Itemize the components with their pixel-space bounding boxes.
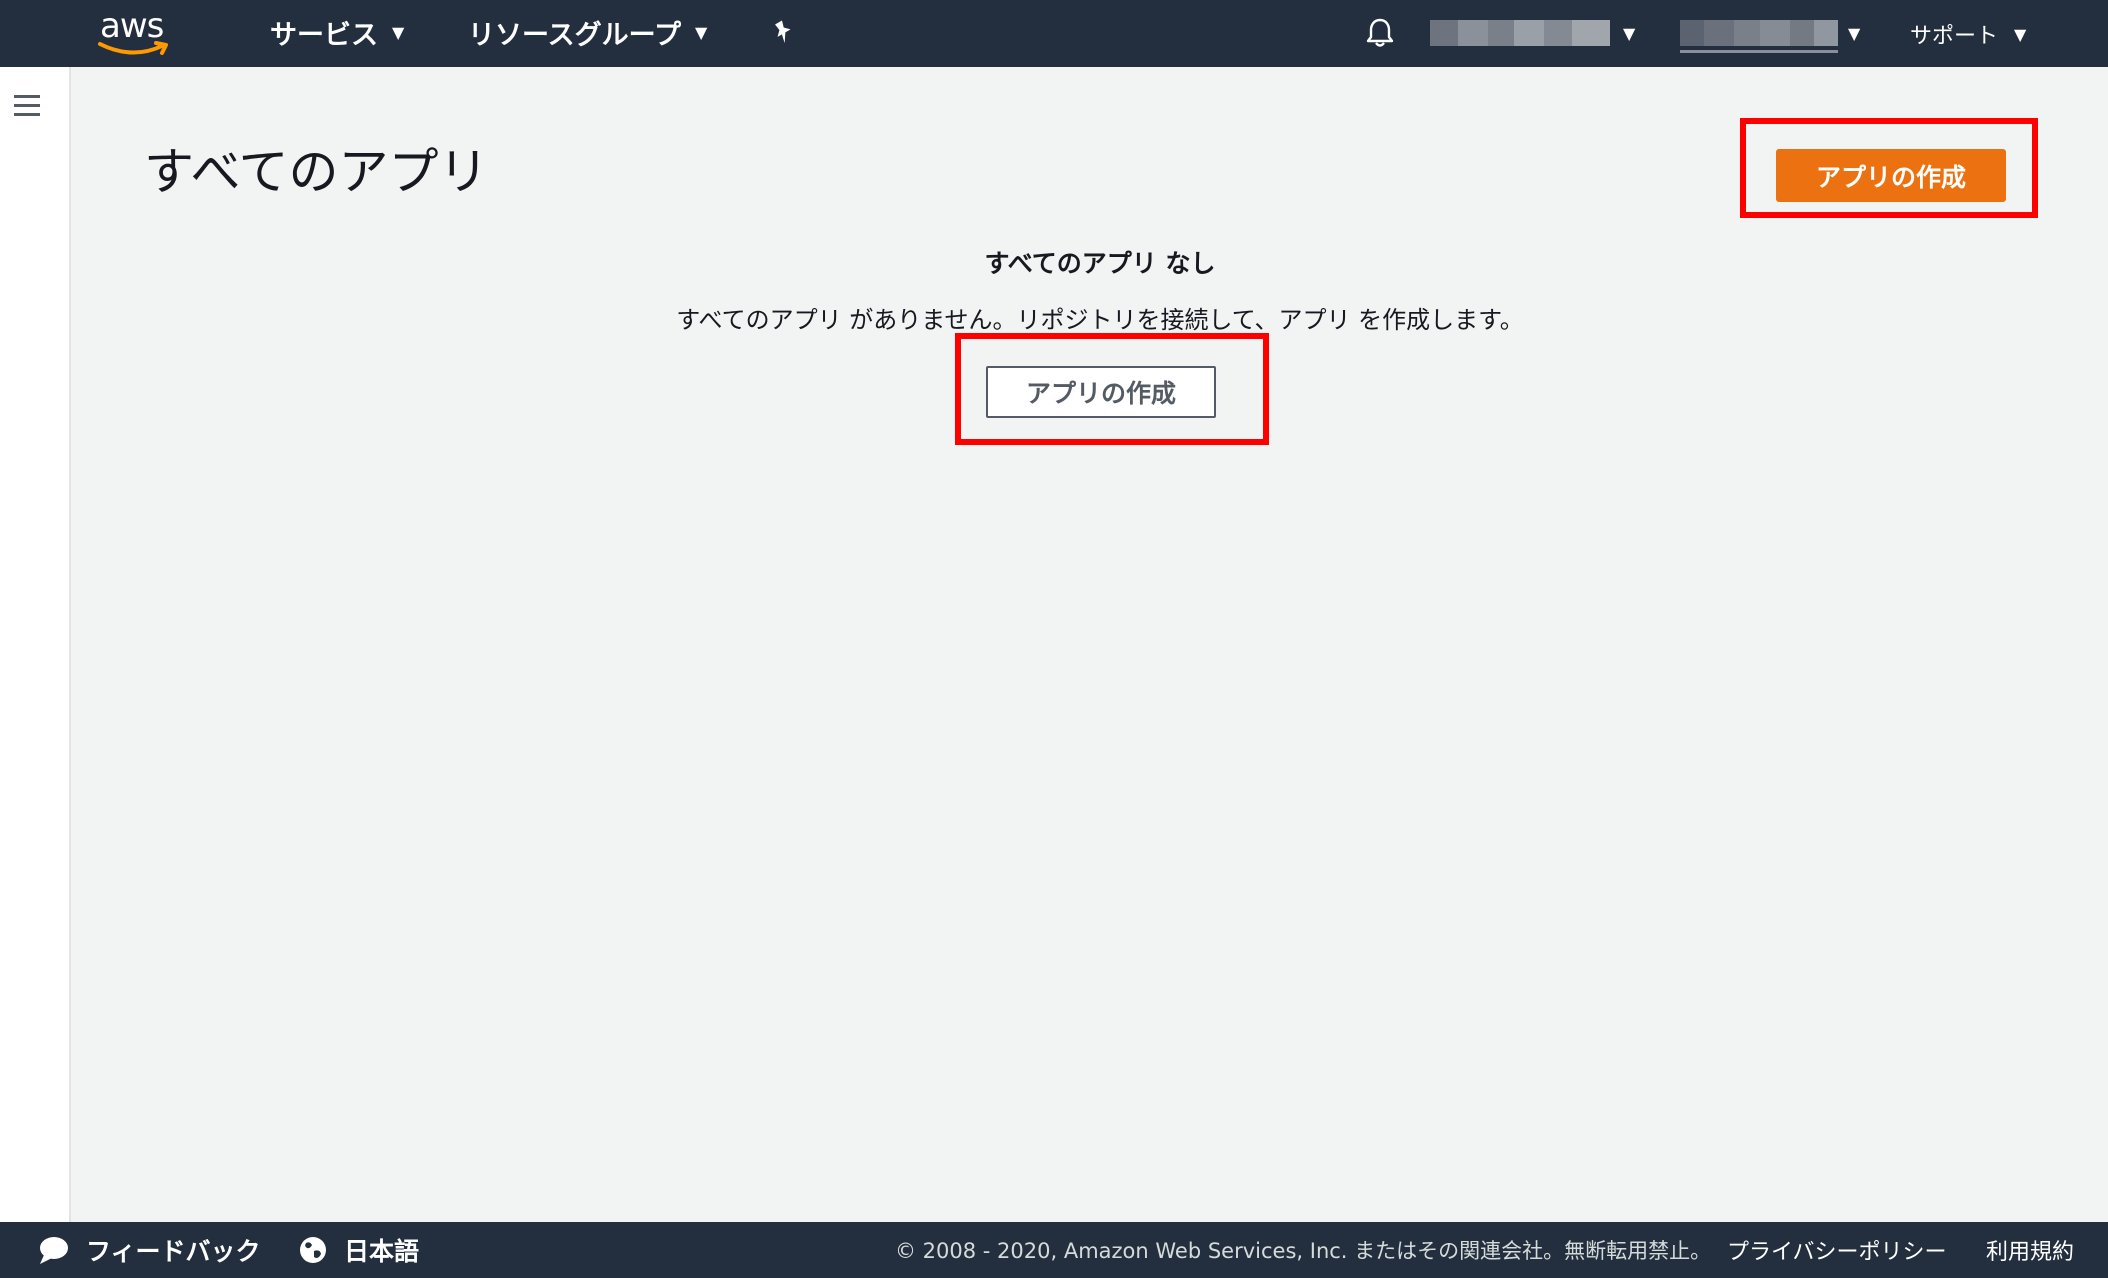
privacy-policy-link[interactable]: プライバシーポリシー	[1727, 1222, 1947, 1278]
aws-smile-icon	[98, 41, 168, 55]
region-underline	[1680, 50, 1838, 53]
globe-icon	[300, 1237, 326, 1263]
services-menu-label: サービス	[270, 19, 378, 51]
aws-logo[interactable]: aws	[96, 4, 176, 60]
left-sidebar	[0, 67, 71, 1222]
footer: フィードバック 日本語 © 2008 - 2020, Amazon Web Se…	[0, 1222, 2108, 1278]
region-name-redacted[interactable]	[1680, 20, 1838, 46]
bell-icon[interactable]	[1363, 16, 1397, 50]
support-menu-label: サポート	[1910, 24, 1999, 49]
page-title: すべてのアプリ	[144, 143, 489, 201]
chevron-down-icon: ▼	[392, 22, 405, 42]
chevron-down-icon: ▼	[2014, 24, 2027, 44]
terms-of-use-link[interactable]: 利用規約	[1986, 1222, 2074, 1278]
services-menu[interactable]: サービス ▼	[270, 10, 404, 54]
region-chevron-down-icon[interactable]: ▼	[1848, 24, 1860, 43]
empty-state-text: すべてのアプリ がありません。リポジトリを接続して、アプリ を作成します。	[676, 306, 1524, 334]
resource-groups-menu-label: リソースグループ	[468, 19, 682, 51]
pin-icon[interactable]	[770, 18, 798, 46]
resource-groups-menu[interactable]: リソースグループ ▼	[468, 10, 707, 54]
chevron-down-icon: ▼	[695, 22, 708, 42]
language-selector[interactable]: 日本語	[298, 1222, 419, 1278]
empty-state-title: すべてのアプリ なし	[984, 249, 1216, 278]
feedback-link[interactable]: フィードバック	[38, 1222, 261, 1278]
copyright-text: © 2008 - 2020, Amazon Web Services, Inc.…	[895, 1239, 1712, 1263]
account-name-redacted[interactable]	[1430, 20, 1610, 46]
speech-bubble-icon	[40, 1237, 68, 1264]
account-chevron-down-icon[interactable]: ▼	[1623, 24, 1635, 43]
top-navigation-bar: aws サービス ▼ リソースグループ ▼ ▼ ▼ サポート ▼	[0, 0, 2108, 67]
support-menu[interactable]: サポート ▼	[1910, 14, 2026, 54]
language-label: 日本語	[344, 1237, 420, 1266]
create-app-primary-button[interactable]: アプリの作成	[1776, 149, 2006, 202]
create-app-secondary-button[interactable]: アプリの作成	[986, 366, 1216, 418]
hamburger-icon[interactable]	[14, 95, 40, 117]
feedback-label: フィードバック	[86, 1237, 261, 1266]
